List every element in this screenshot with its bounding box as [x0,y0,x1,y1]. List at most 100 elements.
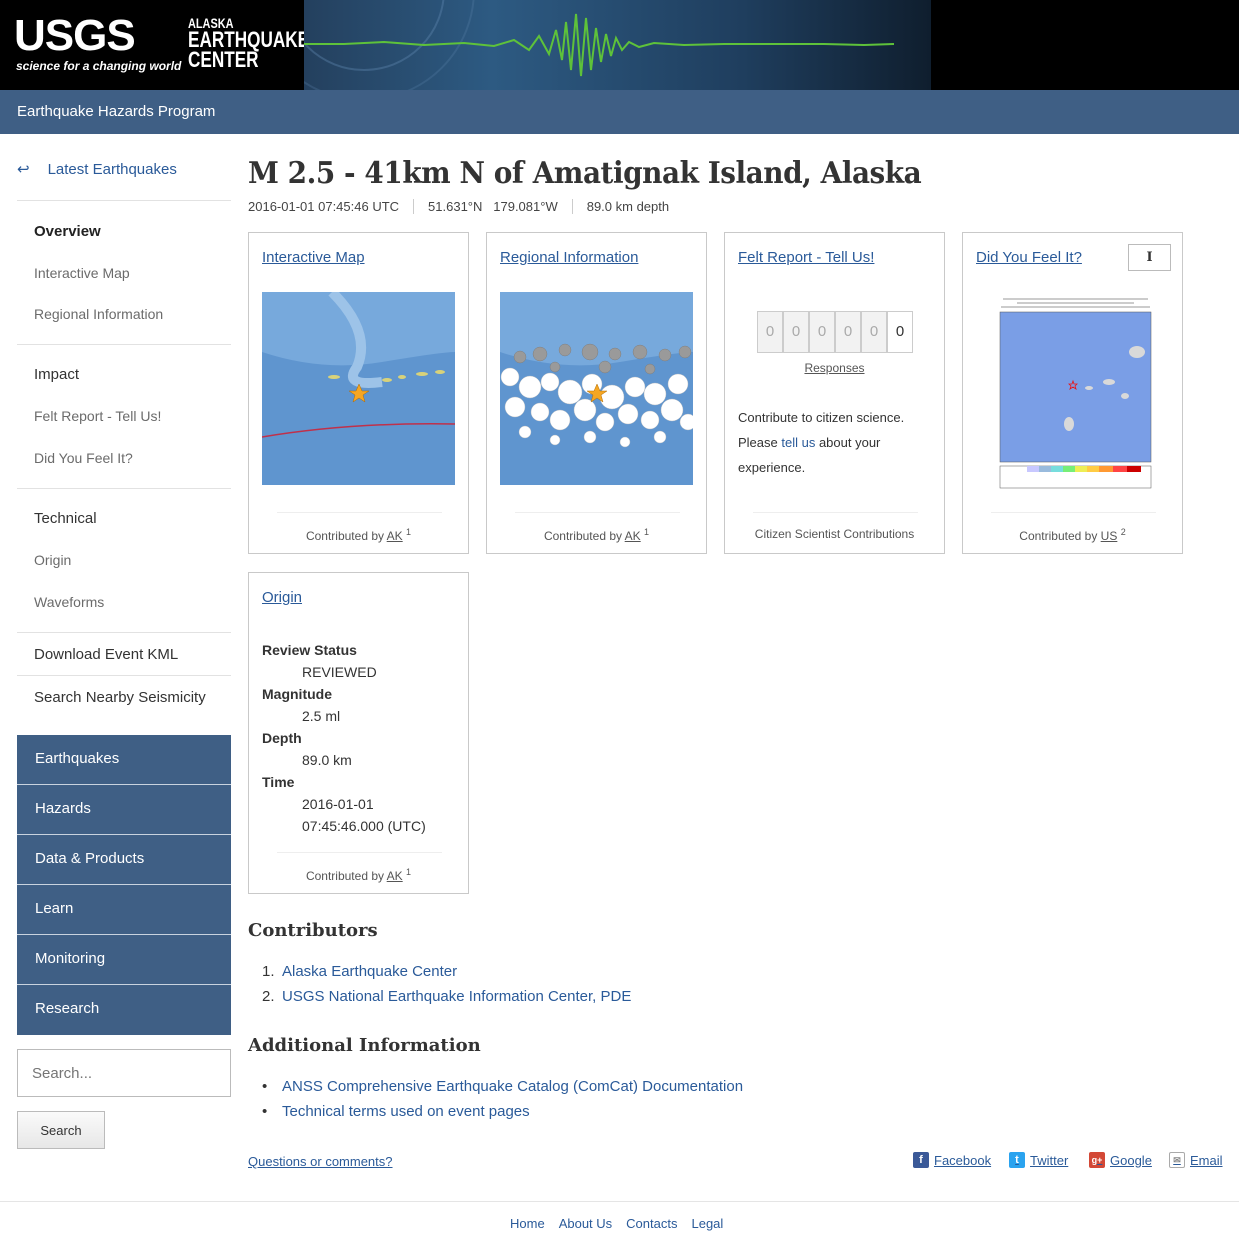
tell-us-link[interactable]: tell us [781,435,815,450]
questions-link[interactable]: Questions or comments? [248,1154,393,1169]
review-status-label: Review Status [262,642,357,658]
menu-research[interactable]: Research [17,985,231,1035]
search-button[interactable]: Search [17,1111,105,1149]
citizen-contributions-label: Citizen Scientist Contributions [754,527,915,541]
card-origin: Origin Review Status REVIEWED Magnitude … [248,572,469,894]
contrib-prefix: Contributed by [1019,529,1098,543]
nav-did-you-feel-it[interactable]: Did You Feel It? [34,450,133,466]
contrib-ref: 1 [406,867,412,877]
usgs-logo-tagline: science for a changing world [16,59,182,73]
depth-label: Depth [262,730,302,746]
list-item: 1. Alaska Earthquake Center [262,963,458,980]
contrib-ref: 2 [1120,527,1126,537]
magnitude-label: Magnitude [262,686,332,702]
intensity-map-image [997,294,1154,490]
counter-digit: 0 [809,311,835,353]
card-separator [277,852,442,853]
time-label: Time [262,774,295,790]
technical-terms-link[interactable]: Technical terms used on event pages [282,1103,530,1120]
card-contributor: Contributed by US 2 [963,527,1182,543]
comcat-doc-link[interactable]: ANSS Comprehensive Earthquake Catalog (C… [282,1078,743,1095]
intensity-badge[interactable]: I [1128,244,1171,271]
nav-overview[interactable]: Overview [34,223,101,240]
nav-waveforms[interactable]: Waveforms [34,594,104,610]
footer-legal-link[interactable]: Legal [691,1216,723,1231]
counter-digit: 0 [757,311,783,353]
footer-about-link[interactable]: About Us [559,1216,612,1231]
google-plus-icon: g+ [1089,1152,1105,1168]
nav-interactive-map[interactable]: Interactive Map [34,265,130,281]
card-separator [991,512,1156,513]
share-twitter[interactable]: t Twitter [1009,1152,1068,1168]
center-name-line3: CENTER [188,47,259,72]
event-summary: 2016-01-01 07:45:46 UTC 51.631°N 179.081°… [248,199,697,214]
counter-digit: 0 [783,311,809,353]
share-email[interactable]: ✉ Email [1169,1152,1223,1168]
card-title-interactive-map[interactable]: Interactive Map [262,249,365,266]
menu-learn[interactable]: Learn [17,885,231,935]
footer-links: Home About Us Contacts Legal [510,1216,737,1231]
contributor-link-ak[interactable]: Alaska Earthquake Center [282,963,457,980]
nav-felt-report[interactable]: Felt Report - Tell Us! [34,408,161,424]
counter-digit: 0 [835,311,861,353]
card-separator [753,512,918,513]
felt-report-description: Contribute to citizen science. Please te… [738,405,933,480]
footer-home-link[interactable]: Home [510,1216,545,1231]
response-counter: 0 0 0 0 0 0 [757,311,913,353]
search-input[interactable] [17,1049,231,1097]
seismogram-banner [304,0,931,90]
additional-info-heading: Additional Information [248,1035,481,1056]
email-icon: ✉ [1169,1152,1185,1168]
program-title[interactable]: Earthquake Hazards Program [17,103,215,121]
contrib-prefix: Contributed by [305,869,384,883]
program-bar: Earthquake Hazards Program [0,90,1239,134]
event-time: 2016-01-01 07:45:46 UTC [248,199,415,214]
interactive-map-thumbnail[interactable] [262,292,455,485]
back-link-label: Latest Earthquakes [47,161,177,178]
regional-map-thumbnail[interactable] [500,292,693,485]
share-twitter-label: Twitter [1030,1152,1069,1168]
additional-info-list: • ANSS Comprehensive Earthquake Catalog (… [262,1074,743,1124]
menu-earthquakes[interactable]: Earthquakes [17,735,231,785]
menu-data-products[interactable]: Data & Products [17,835,231,885]
event-location: 51.631°N 179.081°W [428,199,573,214]
nav-download-kml[interactable]: Download Event KML [34,646,178,663]
card-contributor: Contributed by AK 1 [249,867,468,883]
footer-contacts-link[interactable]: Contacts [626,1216,677,1231]
divider [17,488,231,489]
card-title-regional[interactable]: Regional Information [500,249,638,266]
card-contributor: Contributed by AK 1 [487,527,706,543]
alaska-earthquake-center-logo[interactable]: ALASKA EARTHQUAKE CENTER [188,16,309,72]
list-item: • Technical terms used on event pages [262,1103,530,1120]
event-lon: 179.081°W [493,199,558,214]
usgs-logo[interactable]: USGS science for a changing world [14,14,181,76]
share-facebook-label: Facebook [934,1152,992,1168]
share-facebook[interactable]: f Facebook [913,1152,991,1168]
share-google[interactable]: g+ Google [1089,1152,1152,1168]
counter-digit: 0 [887,311,913,353]
nav-origin[interactable]: Origin [34,552,71,568]
card-title-dyfi[interactable]: Did You Feel It? [976,249,1082,266]
contributors-heading: Contributors [248,920,378,941]
back-arrow-icon: ↩ [17,161,30,178]
contrib-prefix: Contributed by [305,529,384,543]
depth-value: 89.0 km [302,752,352,768]
back-link[interactable]: ↩ Latest Earthquakes [17,160,177,178]
contributors-list: 1. Alaska Earthquake Center 2. USGS Nation… [262,959,631,1009]
contributor-link-neic[interactable]: USGS National Earthquake Information Cen… [282,988,631,1005]
menu-hazards[interactable]: Hazards [17,785,231,835]
intensity-map-thumbnail[interactable] [997,294,1154,490]
time-clock-value: 07:45:46.000 (UTC) [302,818,426,834]
event-depth: 89.0 km depth [586,199,670,214]
card-title-felt-report[interactable]: Felt Report - Tell Us! [738,249,874,266]
share-google-label: Google [1110,1152,1152,1168]
contrib-source[interactable]: AK [387,529,403,543]
divider [17,200,231,201]
menu-monitoring[interactable]: Monitoring [17,935,231,985]
contrib-source[interactable]: AK [625,529,641,543]
nav-regional-information[interactable]: Regional Information [34,306,163,322]
card-title-origin[interactable]: Origin [262,589,302,606]
nav-search-nearby[interactable]: Search Nearby Seismicity [34,689,206,706]
contrib-source[interactable]: US [1101,529,1118,543]
contrib-source[interactable]: AK [387,869,403,883]
